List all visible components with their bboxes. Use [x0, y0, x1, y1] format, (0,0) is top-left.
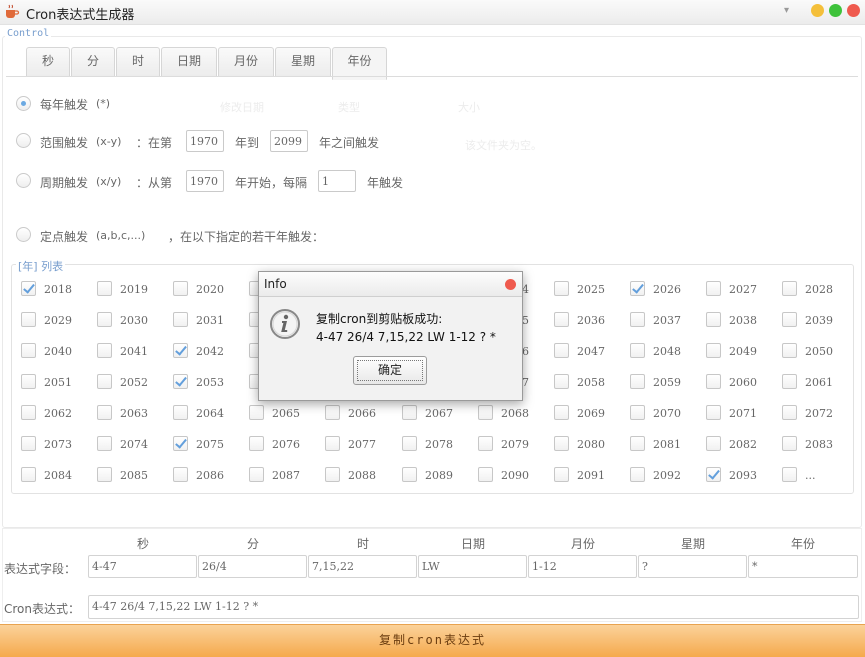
window-title: Cron表达式生成器	[26, 8, 135, 23]
copy-cron-button[interactable]: 复制cron表达式	[0, 624, 865, 657]
dialog-expression: 4-47 26/4 7,15,22 LW 1-12 ? *	[316, 330, 496, 344]
info-icon	[270, 309, 300, 339]
dialog-ok-button[interactable]: 确定	[353, 356, 427, 385]
dialog-title-bar: Info	[259, 272, 522, 297]
title-bar: Cron表达式生成器 ▾	[0, 0, 865, 25]
dialog-title: Info	[264, 277, 287, 291]
info-dialog: Info 复制cron到剪贴板成功: 4-47 26/4 7,15,22 LW …	[258, 271, 523, 401]
close-button[interactable]	[847, 4, 860, 17]
chevron-down-icon[interactable]: ▾	[784, 5, 789, 16]
coffee-cup-icon	[6, 4, 20, 18]
dialog-close-button[interactable]	[505, 279, 516, 290]
maximize-button[interactable]	[829, 4, 842, 17]
dialog-message: 复制cron到剪贴板成功:	[316, 312, 443, 326]
minimize-button[interactable]	[811, 4, 824, 17]
